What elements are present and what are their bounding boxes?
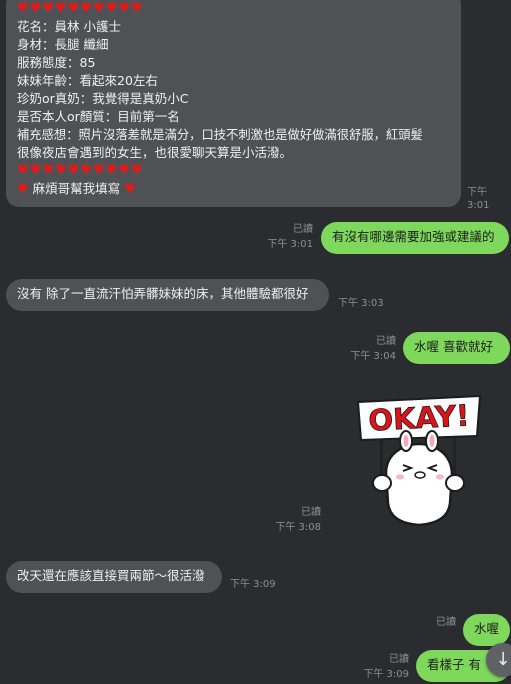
incoming-message-review[interactable]: ♥♥♥♥♥♥♥♥♥♥ 花名：員林 小護士 身材：長腿 纖細 服務態度：85 妹妹… bbox=[6, 0, 461, 207]
message-line: 是否本人or顏質：目前第一名 bbox=[17, 109, 180, 124]
hearts-row-bottom: ♥♥♥♥♥♥♥♥♥♥ bbox=[17, 163, 144, 178]
closing-text: 麻煩哥幫我填寫 bbox=[32, 181, 121, 196]
message-time: 下午 3:09 bbox=[230, 579, 276, 590]
read-receipt: 已讀 bbox=[301, 507, 321, 518]
sticker-text: OKAY! bbox=[368, 398, 471, 437]
hearts-row-top: ♥♥♥♥♥♥♥♥♥♥ bbox=[17, 1, 144, 16]
message-line: 補充感想：照片沒落差就是滿分，口技不刺激也是做好做滿很舒服，紅頭髮 bbox=[17, 128, 423, 142]
read-receipt: 已讀 bbox=[436, 617, 456, 628]
message-line: 珍奶or真奶：我覺得是真奶小C bbox=[17, 91, 189, 106]
message-time: 下午 3:03 bbox=[338, 298, 384, 309]
message-time: 下午 3:09 bbox=[363, 669, 409, 680]
message-time: 下午 3:08 bbox=[275, 522, 321, 533]
message-line: 花名：員林 小護士 bbox=[17, 19, 121, 34]
read-receipt: 已讀 bbox=[293, 224, 313, 235]
incoming-message[interactable]: 改天還在應該直接買兩節～很活潑 bbox=[6, 561, 222, 593]
message-time: 下午 3:04 bbox=[350, 351, 396, 362]
message-line: 很像夜店會遇到的女生，也很愛聊天算是小活潑。 bbox=[17, 145, 293, 160]
message-line: 身材：長腿 纖細 bbox=[17, 37, 109, 52]
closing-line: ♥ 麻煩哥幫我填寫 ♥ bbox=[17, 180, 450, 199]
heart-icon: ♥ bbox=[17, 182, 29, 197]
message-time: 下午 3:01 bbox=[467, 187, 490, 211]
message-line: 妹妹年齡：看起來20左右 bbox=[17, 73, 158, 88]
outgoing-message[interactable]: 水喔 喜歡就好 bbox=[403, 332, 510, 364]
arrow-down-icon: ↓ bbox=[495, 649, 511, 670]
read-receipt: 已讀 bbox=[376, 336, 396, 347]
message-line: 服務態度：85 bbox=[17, 55, 96, 70]
outgoing-message[interactable]: 有沒有哪邊需要加強或建議的 bbox=[321, 222, 509, 254]
okay-sticker-icon: OKAY! bbox=[356, 394, 482, 527]
okay-sticker[interactable]: OKAY! bbox=[356, 394, 482, 527]
incoming-message[interactable]: 沒有 除了一直流汗怕弄髒妹妹的床，其他體驗都很好 bbox=[6, 279, 329, 311]
heart-icon: ♥ bbox=[124, 182, 136, 197]
outgoing-message[interactable]: 水喔 bbox=[463, 614, 510, 646]
read-receipt: 已讀 bbox=[389, 654, 409, 665]
message-time: 下午 3:01 bbox=[267, 239, 313, 250]
